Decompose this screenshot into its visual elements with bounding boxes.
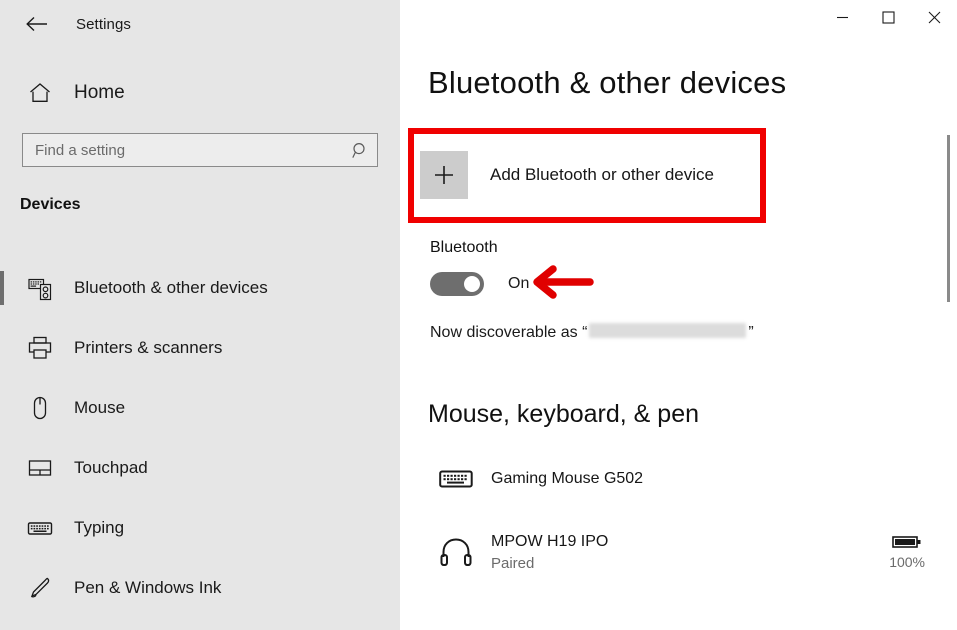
device-row-headphones[interactable]: MPOW H19 IPO Paired 100% [400,510,957,594]
add-device-label: Add Bluetooth or other device [490,165,714,184]
sidebar-item-label: Printers & scanners [74,338,223,357]
sidebar-item-touchpad[interactable]: Touchpad [0,438,400,498]
maximize-button[interactable] [865,0,911,34]
title-bar: Settings [0,0,400,48]
sidebar-item-label: Mouse [74,398,126,417]
battery-icon [892,536,921,548]
headphones-icon [427,537,485,567]
bluetooth-toggle[interactable] [430,272,484,296]
redacted-device-name [589,323,747,338]
mouse-icon [18,395,62,421]
sidebar-item-home[interactable]: Home [0,74,400,112]
battery-indicator: 100% [889,534,925,570]
add-bluetooth-device-button[interactable]: Add Bluetooth or other device [420,144,754,206]
sidebar-item-typing[interactable]: Typing [0,498,400,558]
device-row-mouse[interactable]: Gaming Mouse G502 [400,448,957,510]
battery-percentage: 100% [889,554,925,570]
discoverable-prefix: Now discoverable as “ [430,324,588,341]
app-title: Settings [76,15,131,33]
sidebar-item-bluetooth[interactable]: Bluetooth & other devices [0,258,400,318]
keyboard-icon [18,515,62,541]
device-name: Gaming Mouse G502 [491,470,644,487]
minimize-button[interactable] [819,0,865,34]
toggle-knob [464,276,480,292]
scrollbar-thumb[interactable] [947,135,950,302]
discoverable-row: Now discoverable as “ ” [430,322,754,342]
sidebar-item-label: Touchpad [74,458,148,477]
search-icon [343,142,377,159]
sidebar-item-label: Typing [74,518,125,537]
maximize-icon [881,10,895,24]
bluetooth-toggle-row: On [430,272,529,296]
page-title: Bluetooth & other devices [428,65,787,100]
close-icon [928,11,940,23]
keyboard-icon [427,466,485,492]
back-button[interactable] [14,8,60,40]
minimize-icon [836,16,848,18]
discoverable-suffix: ” [748,324,754,341]
sidebar-item-printers[interactable]: Printers & scanners [0,318,400,378]
home-icon [18,82,62,104]
device-name: MPOW H19 IPO [491,532,609,550]
main-content: Bluetooth & other devices Add Bluetooth … [400,0,957,630]
device-info: Gaming Mouse G502 [491,470,643,488]
pen-icon [18,575,62,601]
search-input[interactable] [23,141,343,159]
sidebar-item-label: Pen & Windows Ink [74,578,222,597]
bluetooth-toggle-state: On [508,275,530,292]
bluetooth-section-label: Bluetooth [430,239,498,256]
close-button[interactable] [911,0,957,34]
sidebar-item-pen[interactable]: Pen & Windows Ink [0,558,400,618]
sidebar-item-label-home: Home [74,82,125,103]
back-arrow-icon [26,16,47,32]
sidebar-item-label: Bluetooth & other devices [74,278,268,297]
bluetooth-toggle-arrow-annotation [533,265,594,299]
plus-icon [420,151,468,199]
bluetooth-devices-icon [18,275,62,301]
sidebar: Settings Home Devices [0,0,400,630]
sidebar-item-mouse[interactable]: Mouse [0,378,400,438]
touchpad-icon [18,455,62,481]
printer-icon [18,335,62,361]
device-info: MPOW H19 IPO Paired [491,533,608,572]
sidebar-category-label: Devices [20,196,81,213]
scrollbar[interactable] [941,40,957,630]
search-box[interactable] [22,133,378,167]
settings-window: Settings Home Devices [0,0,957,630]
device-list: Gaming Mouse G502 MPOW H19 IPO Paired 10… [400,448,957,594]
devices-section-title: Mouse, keyboard, & pen [428,400,699,428]
device-status: Paired [491,554,535,572]
window-controls [819,0,957,40]
sidebar-nav-list: Bluetooth & other devices Printers & sca… [0,258,400,618]
